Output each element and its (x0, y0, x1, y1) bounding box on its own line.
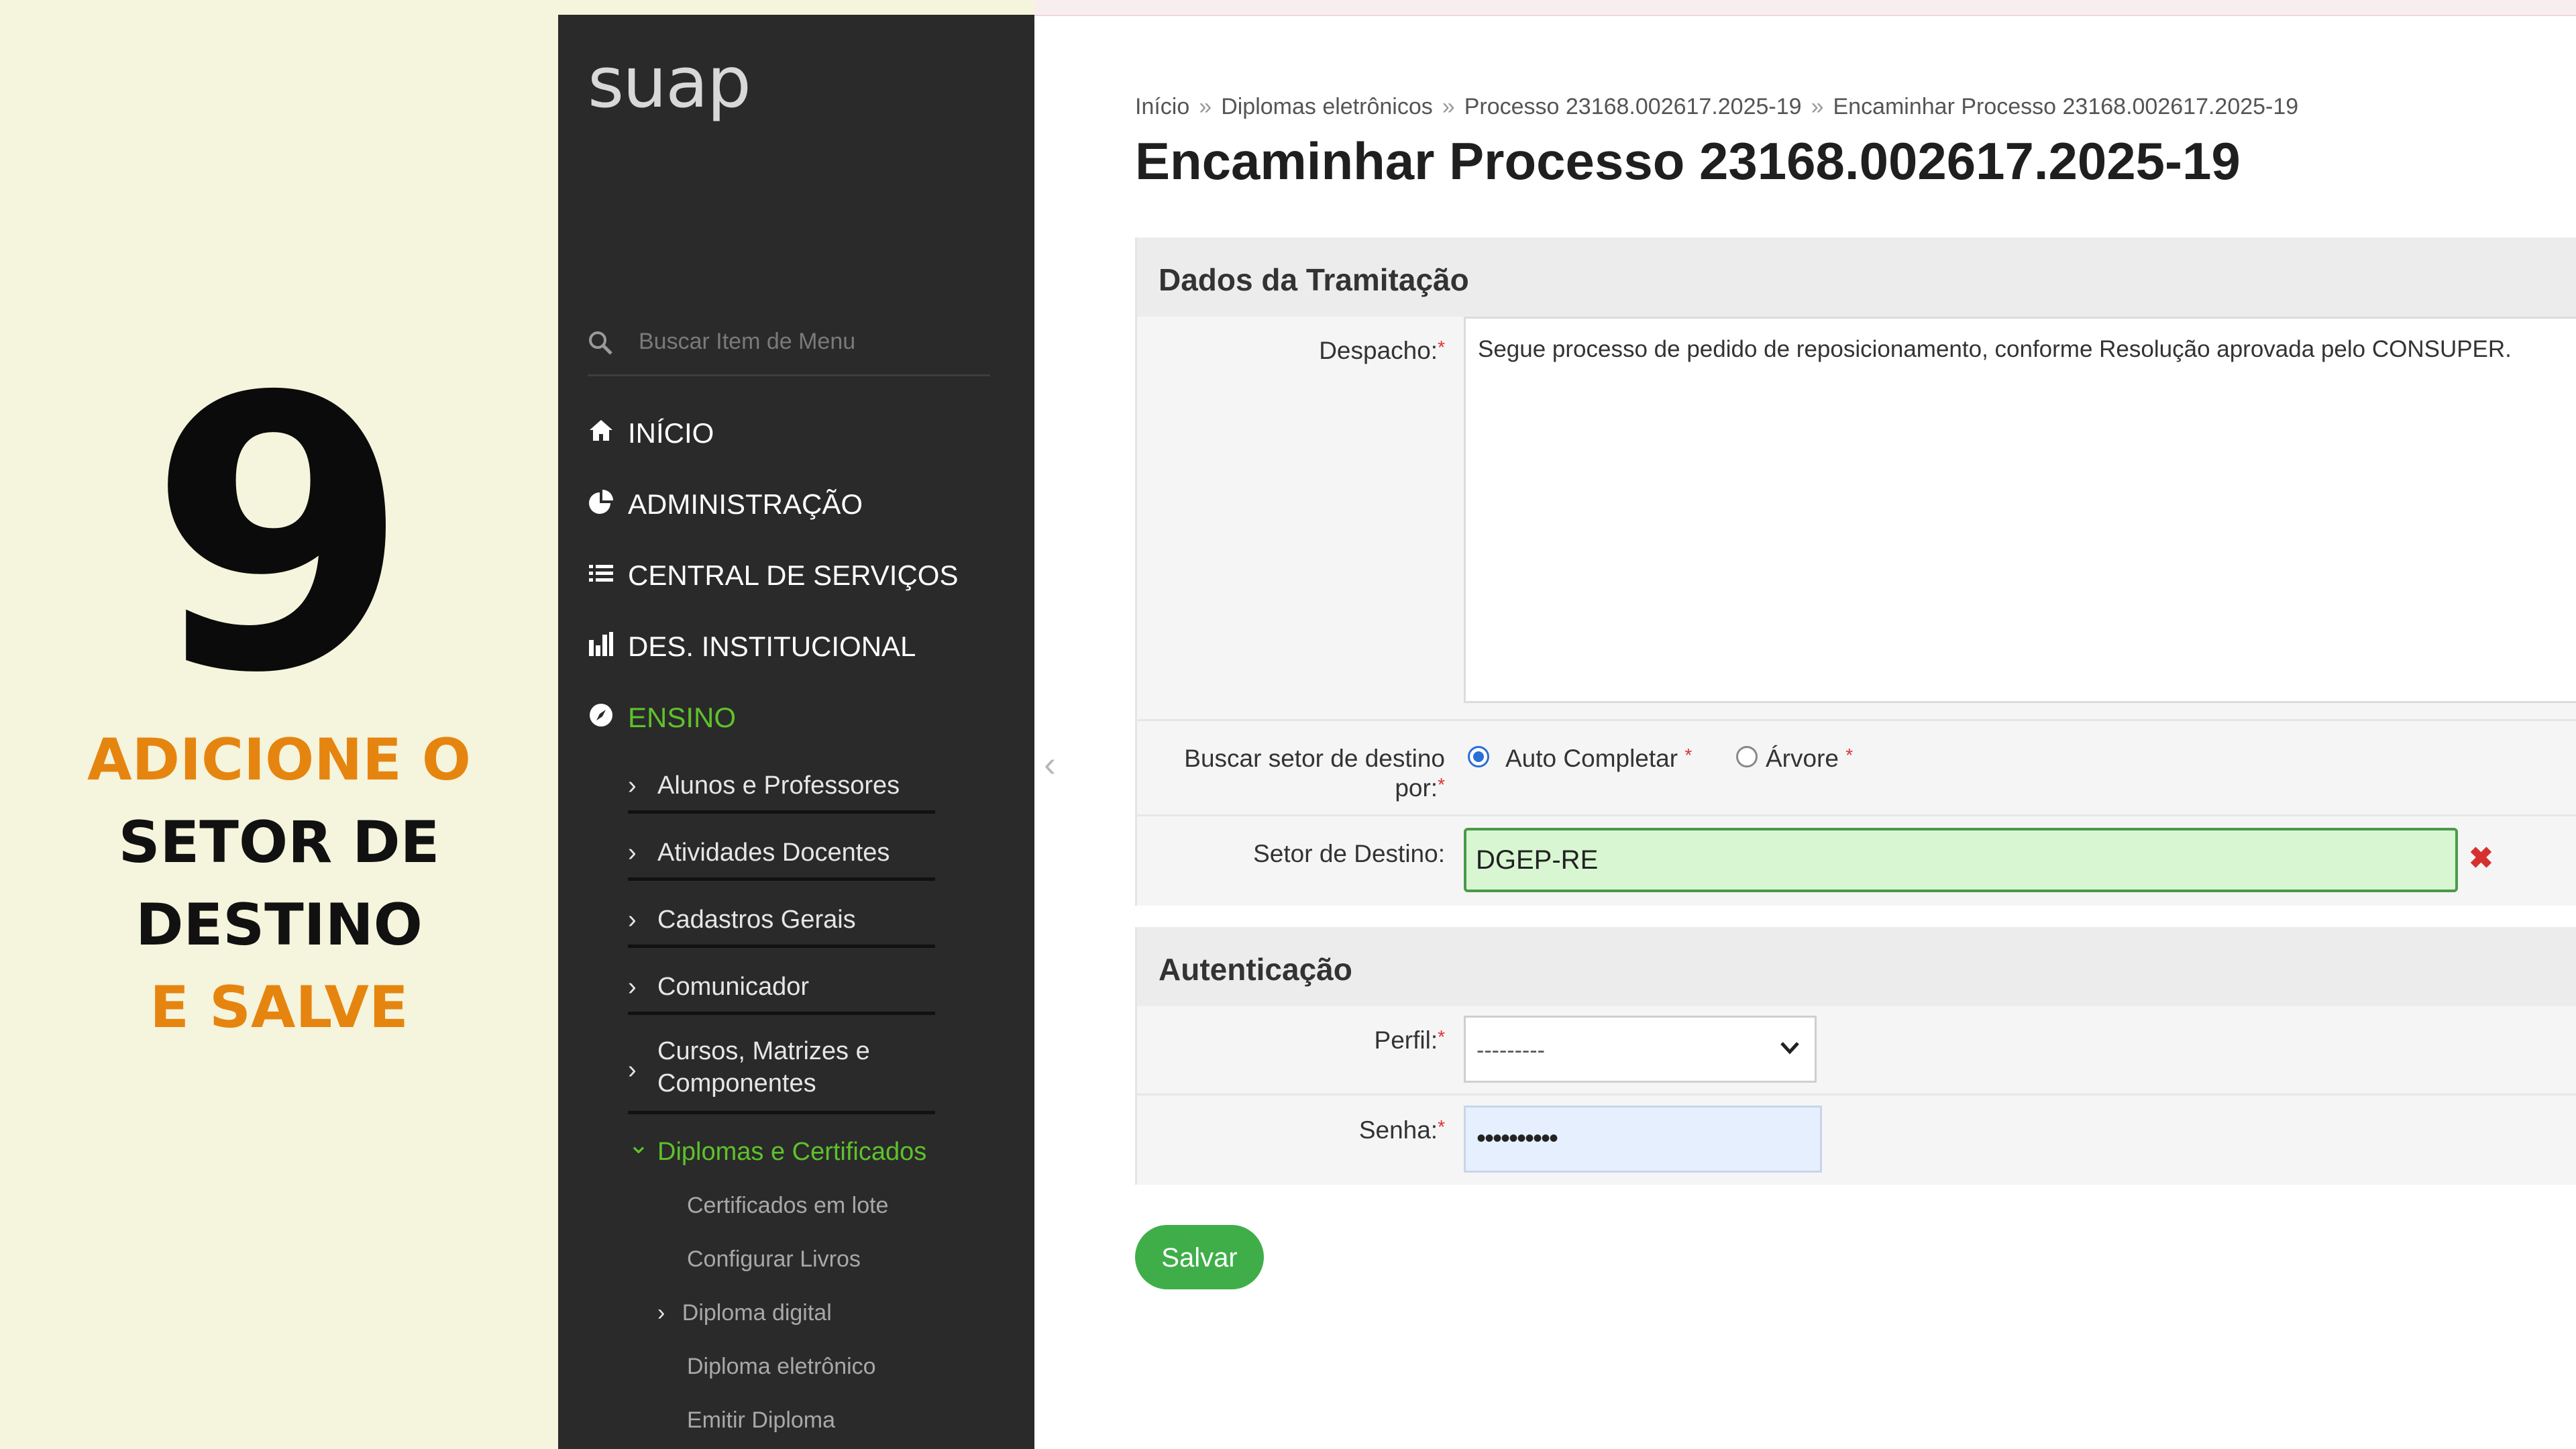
senha-label-wrap: Senha:* (1135, 1116, 1445, 1157)
senha-label: Senha:* (1358, 1116, 1445, 1144)
sidebar-link-diploma-eletronico[interactable]: Diploma eletrônico (687, 1354, 876, 1380)
sidebar-link-emitir-diploma[interactable]: Emitir Diploma (687, 1407, 835, 1434)
sidebar-link-diploma-digital[interactable]: › Diploma digital (657, 1300, 832, 1326)
radio-auto-completar[interactable] (1468, 746, 1489, 767)
setor-destino-value: DGEP-RE (1476, 845, 1599, 875)
sidebar-subitem-comunicador[interactable]: › Comunicador (628, 961, 935, 1015)
radio-arvore[interactable] (1736, 746, 1758, 767)
home-icon (590, 420, 612, 441)
sidebar-subitem-alunos[interactable]: › Alunos e Professores (628, 759, 935, 814)
divider (1135, 1093, 2576, 1095)
sidebar-subitem-label: Alunos e Professores (657, 771, 900, 800)
breadcrumb-item-diplomas[interactable]: Diplomas eletrônicos (1221, 94, 1433, 119)
perfil-select[interactable]: --------- (1464, 1016, 1817, 1083)
sidebar-subitem-cursos[interactable]: › Cursos, Matrizes e Componentes (628, 1028, 935, 1114)
buscar-label-wrap: Buscar setor de destino por:* (1135, 745, 1445, 812)
chevron-right-icon: › (628, 1056, 637, 1084)
breadcrumb-separator: » (1199, 94, 1212, 119)
chevron-down-icon: ⌄ (628, 1131, 649, 1159)
sidebar-item-label: ENSINO (628, 702, 737, 733)
divider (1135, 814, 2576, 816)
sidebar-subitem-label-line1: Cursos, Matrizes e (657, 1037, 870, 1065)
despacho-label: Despacho:* (1319, 337, 1445, 364)
setor-label-wrap: Setor de Destino: (1135, 840, 1445, 880)
instruction-line-3: DESTINO (136, 892, 423, 959)
sidebar-subitem-label: Diplomas e Certificados (657, 1138, 927, 1166)
buscar-label-line2: por:* (1395, 774, 1445, 802)
sidebar-subitem-label: Cadastros Gerais (657, 906, 856, 934)
autenticacao-heading: Autenticação (1159, 952, 1352, 987)
buscar-label-line1: Buscar setor de destino (1184, 745, 1445, 772)
list-icon (589, 565, 613, 582)
breadcrumb-separator: » (1442, 94, 1455, 119)
chevron-right-icon: › (628, 973, 637, 1001)
tramitacao-section-header: Dados da Tramitação (1135, 237, 2576, 317)
sidebar-subitem-diplomas[interactable]: ⌄ Diplomas e Certificados (628, 1128, 935, 1171)
clear-icon[interactable]: ✖ (2469, 841, 2493, 875)
sidebar: suap Buscar Item de Menu INÍCIO ADMINIST… (558, 15, 1034, 1449)
perfil-label-wrap: Perfil:* (1135, 1026, 1445, 1067)
pie-chart-icon (589, 490, 613, 514)
radio-arvore-label: Árvore * (1766, 745, 1854, 772)
senha-input[interactable]: •••••••••• (1464, 1106, 1822, 1173)
despacho-textarea[interactable]: Segue processo de pedido de reposicionam… (1464, 317, 2576, 703)
breadcrumb-separator: » (1811, 94, 1824, 119)
search-icon (589, 331, 612, 355)
sidebar-item-label: CENTRAL DE SERVIÇOS (628, 559, 959, 591)
suap-logo[interactable]: suap (588, 42, 751, 123)
sidebar-subitem-cadastros[interactable]: › Cadastros Gerais (628, 894, 935, 948)
sidebar-subitem-label: Comunicador (657, 973, 809, 1001)
sidebar-subitem-atividades[interactable]: › Atividades Docentes (628, 826, 935, 881)
compass-icon (590, 704, 612, 727)
step-number: 9 (148, 318, 410, 755)
breadcrumb-item-processo[interactable]: Processo 23168.002617.2025-19 (1464, 94, 1802, 119)
sidebar-item-label: DES. INSTITUCIONAL (628, 631, 916, 662)
sidebar-subitem-label: Atividades Docentes (657, 839, 890, 867)
setor-destino-input[interactable]: DGEP-RE (1464, 828, 2458, 892)
sidebar-subitem-label-line2: Componentes (657, 1069, 816, 1097)
save-button[interactable]: Salvar (1135, 1225, 1264, 1289)
sidebar-collapse-strip (1034, 15, 1075, 1449)
menu-search-placeholder: Buscar Item de Menu (639, 329, 856, 354)
autenticacao-section-header: Autenticação (1135, 927, 2576, 1006)
perfil-selected-value: --------- (1477, 1038, 1545, 1063)
despacho-text: Segue processo de pedido de reposicionam… (1478, 336, 2512, 362)
radio-auto-completar-label: Auto Completar * (1505, 745, 1693, 772)
sidebar-item-label: INÍCIO (628, 417, 714, 449)
breadcrumb-item-encaminhar: Encaminhar Processo 23168.002617.2025-19 (1833, 94, 2299, 119)
senha-masked-value: •••••••••• (1477, 1124, 1558, 1153)
divider (1135, 719, 2576, 721)
sidebar-link-certificados-lote[interactable]: Certificados em lote (687, 1193, 888, 1219)
chevron-right-icon: › (657, 1300, 665, 1326)
page-title: Encaminhar Processo 23168.002617.2025-19 (1135, 131, 2241, 191)
perfil-label: Perfil:* (1374, 1026, 1445, 1054)
instruction-line-2: SETOR DE (118, 809, 440, 876)
instruction-line-1: ADICIONE O (87, 727, 471, 794)
setor-destino-label: Setor de Destino: (1253, 840, 1445, 867)
chevron-down-icon (1780, 1042, 1799, 1055)
chevron-right-icon: › (628, 906, 637, 934)
tramitacao-heading: Dados da Tramitação (1159, 262, 1469, 297)
top-bar (1034, 0, 2576, 16)
bar-chart-icon (589, 632, 613, 656)
sidebar-link-label: Diploma digital (682, 1300, 832, 1326)
chevron-right-icon: › (628, 771, 637, 800)
instruction-line-4: E SALVE (150, 974, 409, 1041)
breadcrumb-item-inicio[interactable]: Início (1135, 94, 1189, 119)
menu-search[interactable]: Buscar Item de Menu (588, 310, 990, 376)
chevron-right-icon: › (628, 839, 637, 867)
sidebar-link-configurar-livros[interactable]: Configurar Livros (687, 1246, 861, 1273)
despacho-label-wrap: Despacho:* (1135, 337, 1445, 377)
breadcrumb: Início » Diplomas eletrônicos » Processo 231… (1135, 94, 2298, 120)
collapse-sidebar-icon[interactable]: ‹ (1044, 743, 1056, 785)
sidebar-item-label: ADMINISTRAÇÃO (628, 488, 863, 520)
